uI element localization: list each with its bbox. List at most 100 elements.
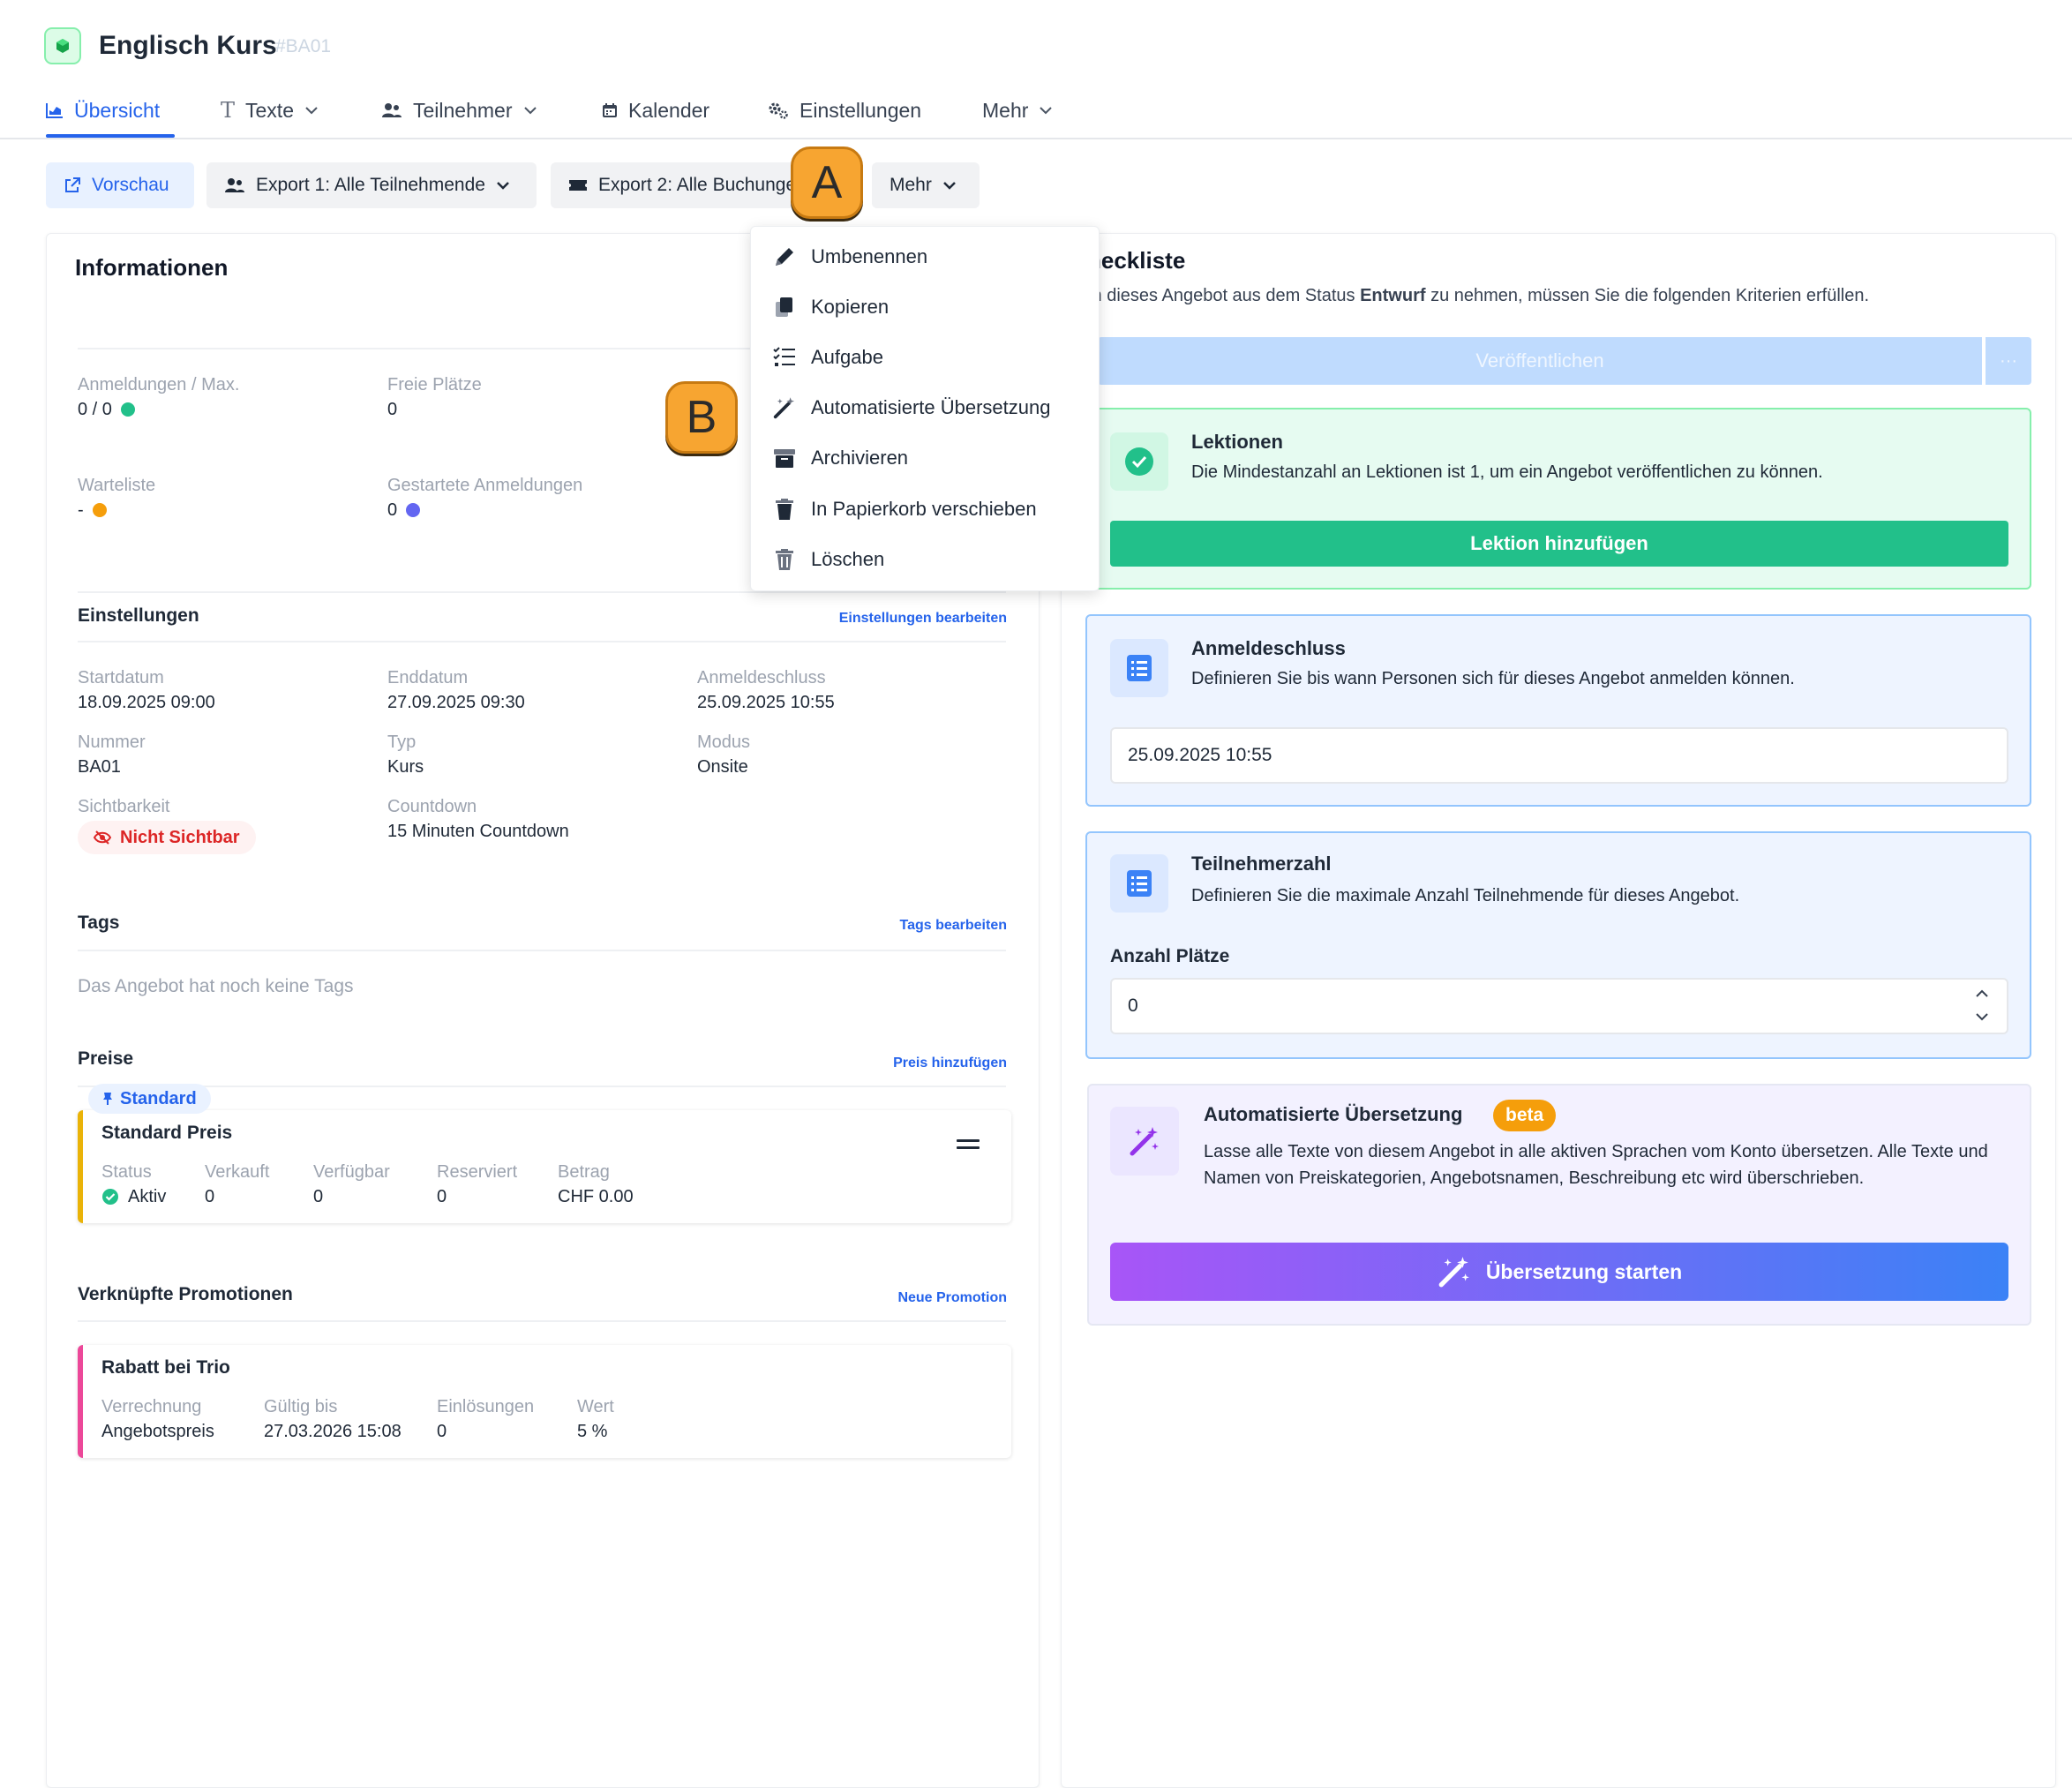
stat-waitlist: Warteliste - <box>78 473 155 522</box>
menu-item-task[interactable]: Aufgabe <box>772 338 883 377</box>
price-col-reserved: Reserviert 0 <box>437 1160 517 1209</box>
chart-icon <box>46 102 64 118</box>
marker-a: A <box>791 146 863 219</box>
deadline-title: Anmeldeschluss <box>1191 637 1346 659</box>
add-lesson-button[interactable]: Lektion hinzufügen <box>1110 521 2008 567</box>
tab-label: Übersicht <box>74 98 161 122</box>
price-col-status: Status Aktiv <box>101 1160 166 1209</box>
menu-item-move-to-trash[interactable]: In Papierkorb verschieben <box>772 490 1037 529</box>
tab-mehr[interactable]: Mehr <box>982 92 1053 129</box>
drag-handle-icon[interactable] <box>957 1138 980 1151</box>
edit-tags-link[interactable]: Tags bearbeiten <box>899 918 1007 934</box>
tab-texte[interactable]: T Texte <box>221 92 319 129</box>
status-dot <box>92 503 107 517</box>
lessons-title: Lektionen <box>1191 431 1283 453</box>
list-icon <box>1110 639 1168 697</box>
eye-slash-icon <box>94 830 111 845</box>
menu-item-auto-translate[interactable]: Automatisierte Übersetzung <box>772 388 1050 427</box>
tab-kalender[interactable]: Kalender <box>602 92 709 129</box>
publish-button[interactable]: Veröffentlichen <box>1098 337 1982 385</box>
places-label: Anzahl Plätze <box>1110 946 1230 966</box>
offer-code: #BA01 <box>275 36 332 56</box>
stat-value: - <box>78 498 155 522</box>
number-stepper[interactable] <box>1973 985 1991 1025</box>
export2-label: Export 2: Alle Buchunge <box>598 175 797 195</box>
tab-label: Einstellungen <box>800 98 922 122</box>
deadline-input[interactable]: 25.09.2025 10:55 <box>1110 727 2008 784</box>
col-value: 0 <box>437 1422 447 1441</box>
menu-item-archive[interactable]: Archivieren <box>772 439 908 477</box>
col-label: Betrag <box>558 1162 610 1182</box>
promotions-title: Verknüpfte Promotionen <box>78 1284 293 1304</box>
col-label: Verrechnung <box>101 1397 202 1416</box>
stat-label: Gestartete Anmeldungen <box>387 476 583 495</box>
menu-item-label: Automatisierte Übersetzung <box>811 396 1051 418</box>
pin-icon <box>102 1092 113 1106</box>
field-anmeldeschluss: Anmeldeschluss 25.09.2025 10:55 <box>697 665 835 715</box>
menu-item-label: Kopieren <box>811 296 890 318</box>
tags-title: Tags <box>78 913 120 933</box>
divider <box>78 1320 1006 1322</box>
active-tab-indicator <box>46 134 175 138</box>
preview-button[interactable]: Vorschau <box>46 162 194 208</box>
stat-started-registrations: Gestartete Anmeldungen 0 <box>387 473 582 522</box>
menu-item-delete[interactable]: Löschen <box>772 540 884 579</box>
export1-button[interactable]: Export 1: Alle Teilnehmende <box>206 162 537 208</box>
promo-col-redemptions: Einlösungen 0 <box>437 1394 534 1444</box>
field-value: 18.09.2025 09:00 <box>78 693 215 712</box>
field-value: Onsite <box>697 757 748 777</box>
edit-settings-link[interactable]: Einstellungen bearbeiten <box>839 611 1007 627</box>
menu-item-rename[interactable]: Umbenennen <box>772 237 927 276</box>
field-label: Countdown <box>387 797 477 816</box>
check-circle-icon <box>1110 432 1168 491</box>
checklist-title: heckliste <box>1087 247 1186 274</box>
stat-label: Freie Plätze <box>387 375 482 394</box>
status-dot <box>406 503 421 517</box>
divider <box>78 591 1006 593</box>
users-icon <box>224 177 245 193</box>
field-sichtbarkeit: Sichtbarkeit <box>78 794 170 819</box>
export2-button[interactable]: Export 2: Alle Buchunge <box>551 162 807 208</box>
field-value: BA01 <box>78 757 121 777</box>
chevron-down-icon <box>1039 106 1053 115</box>
export1-label: Export 1: Alle Teilnehmende <box>256 175 485 195</box>
tab-teilnehmer[interactable]: Teilnehmer <box>381 92 537 129</box>
field-label: Startdatum <box>78 668 164 687</box>
promo-col-billing: Verrechnung Angebotspreis <box>101 1394 214 1444</box>
field-label: Enddatum <box>387 668 469 687</box>
price-name: Standard Preis <box>101 1123 233 1143</box>
field-value: 25.09.2025 10:55 <box>697 693 835 712</box>
list-icon <box>1110 854 1168 913</box>
add-price-link[interactable]: Preis hinzufügen <box>893 1056 1007 1071</box>
more-button[interactable]: Mehr <box>872 162 980 208</box>
field-value: Kurs <box>387 757 424 777</box>
field-typ: Typ Kurs <box>387 730 424 779</box>
menu-item-copy[interactable]: Kopieren <box>772 288 889 327</box>
users-icon <box>381 102 402 118</box>
start-translation-button[interactable]: Übersetzung starten <box>1110 1243 2008 1301</box>
stat-free-places: Freie Plätze 0 <box>387 372 482 422</box>
col-value: 0 <box>205 1187 215 1206</box>
ticket-icon <box>568 178 588 192</box>
pencil-icon <box>772 244 797 269</box>
translation-title: Automatisierte Übersetzung <box>1204 1103 1463 1125</box>
beta-badge: beta <box>1493 1100 1557 1131</box>
new-promotion-link[interactable]: Neue Promotion <box>897 1290 1007 1306</box>
places-input[interactable]: 0 <box>1110 978 2008 1034</box>
field-label: Nummer <box>78 732 146 752</box>
promo-col-value: Wert 5 % <box>577 1394 614 1444</box>
info-title: Informationen <box>75 254 229 281</box>
price-col-sold: Verkauft 0 <box>205 1160 269 1209</box>
settings-title: Einstellungen <box>78 605 199 626</box>
check-circle-icon <box>101 1188 119 1206</box>
col-label: Verfügbar <box>313 1162 390 1182</box>
tab-uebersicht[interactable]: Übersicht <box>46 92 160 129</box>
trash-delete-icon <box>772 547 797 572</box>
field-modus: Modus Onsite <box>697 730 750 779</box>
promo-col-valid-until: Gültig bis 27.03.2026 15:08 <box>264 1394 402 1444</box>
tab-einstellungen[interactable]: Einstellungen <box>768 92 921 129</box>
col-label: Einlösungen <box>437 1397 535 1416</box>
lessons-text: Die Mindestanzahl an Lektionen ist 1, um… <box>1191 462 1823 482</box>
publish-more-button[interactable]: ··· <box>1986 337 2031 385</box>
field-startdatum: Startdatum 18.09.2025 09:00 <box>78 665 215 715</box>
